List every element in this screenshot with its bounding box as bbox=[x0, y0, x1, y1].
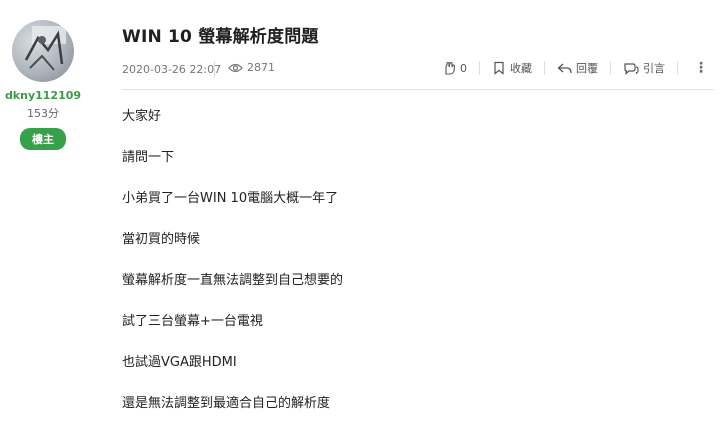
favorite-label: 收藏 bbox=[510, 62, 532, 75]
post-paragraph: 大家好 bbox=[122, 109, 162, 124]
view-count-value: 2871 bbox=[247, 61, 275, 74]
action-divider bbox=[677, 61, 678, 75]
post-paragraph: 請問一下 bbox=[122, 150, 175, 165]
author-username[interactable]: dkny112109 bbox=[5, 89, 81, 102]
more-options-icon[interactable]: ⋮ bbox=[694, 61, 708, 75]
action-divider bbox=[479, 61, 480, 75]
post-main: WIN 10 螢幕解析度問題 2020-03-26 22:07 2871 0 收… bbox=[122, 0, 714, 424]
post-paragraph: 試了三台螢幕+一台電視 bbox=[122, 314, 263, 329]
action-divider bbox=[544, 61, 545, 75]
bookmark-icon bbox=[492, 61, 506, 75]
eye-icon bbox=[228, 63, 243, 73]
op-badge: 樓主 bbox=[20, 128, 66, 150]
quote-label: 引言 bbox=[643, 62, 665, 75]
reply-arrow-icon bbox=[557, 62, 572, 75]
like-button[interactable]: 0 bbox=[442, 61, 467, 75]
post-actions: 0 收藏 回覆 引言 ⋮ bbox=[442, 60, 708, 76]
favorite-button[interactable]: 收藏 bbox=[492, 60, 532, 76]
author-panel: dkny112109 153分 樓主 bbox=[0, 0, 86, 150]
post-date: 2020-03-26 22:07 bbox=[122, 63, 222, 76]
post-title: WIN 10 螢幕解析度問題 bbox=[122, 27, 319, 47]
post-paragraph: 小弟買了一台WIN 10電腦大概一年了 bbox=[122, 191, 339, 206]
reply-label: 回覆 bbox=[576, 62, 598, 75]
hand-icon bbox=[442, 61, 456, 75]
quote-button[interactable]: 引言 bbox=[623, 60, 665, 76]
quote-bubble-icon bbox=[623, 62, 639, 75]
post-paragraph: 還是無法調整到最適合自己的解析度 bbox=[122, 396, 331, 411]
avatar-image bbox=[24, 26, 66, 71]
meta-divider bbox=[214, 61, 215, 77]
action-divider bbox=[610, 61, 611, 75]
author-score: 153分 bbox=[27, 107, 59, 120]
post-paragraph: 也試過VGA跟HDMI bbox=[122, 355, 237, 370]
post-paragraph: 螢幕解析度一直無法調整到自己想要的 bbox=[122, 273, 344, 288]
reply-button[interactable]: 回覆 bbox=[557, 60, 598, 76]
avatar[interactable] bbox=[12, 20, 74, 82]
post-meta-bar: 2020-03-26 22:07 2871 0 收藏 回覆 引言 ⋮ bbox=[122, 61, 714, 90]
post-paragraph: 當初買的時候 bbox=[122, 232, 201, 247]
post-body: 大家好 請問一下 小弟買了一台WIN 10電腦大概一年了 當初買的時候 螢幕解析… bbox=[122, 96, 714, 424]
like-count: 0 bbox=[460, 61, 467, 75]
view-count: 2871 bbox=[228, 61, 275, 74]
